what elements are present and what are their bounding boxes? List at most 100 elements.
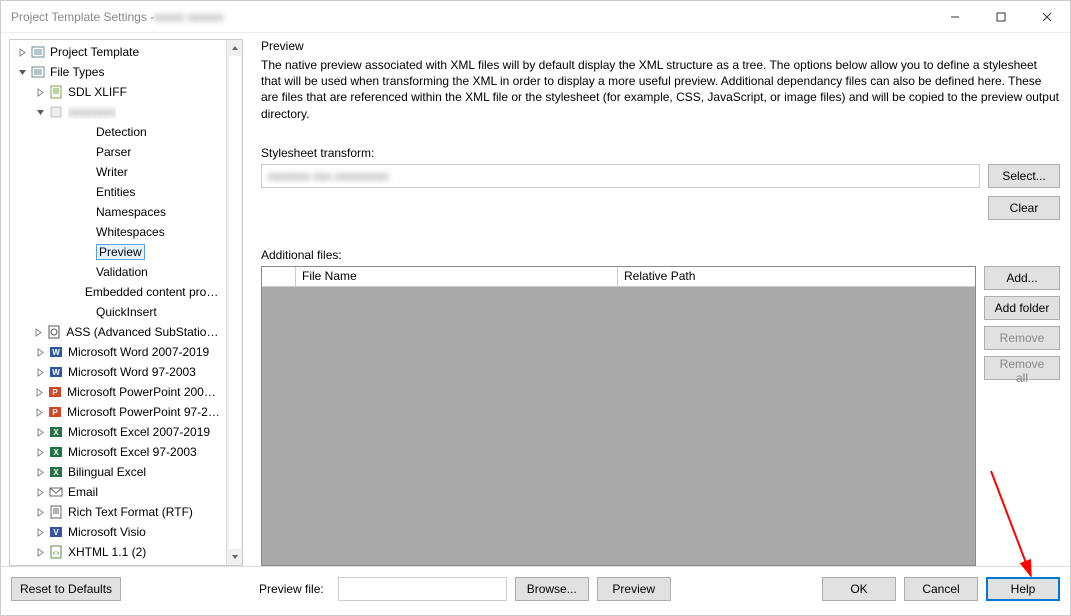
- svg-text:<>: <>: [52, 551, 60, 557]
- tree-item[interactable]: Preview: [10, 242, 226, 262]
- cancel-button[interactable]: Cancel: [904, 577, 978, 601]
- tree-item[interactable]: PMicrosoft PowerPoint 2007-20: [10, 382, 226, 402]
- expander-icon[interactable]: [34, 366, 46, 378]
- tree-item[interactable]: SDL XLIFF: [10, 82, 226, 102]
- tree-item[interactable]: W Microsoft Word 97-2003: [10, 362, 226, 382]
- email-icon: [48, 484, 64, 500]
- svg-text:P: P: [52, 408, 58, 417]
- expander-icon[interactable]: [34, 526, 46, 538]
- maximize-button[interactable]: [978, 1, 1024, 32]
- window-title: Project Template Settings -: [11, 10, 154, 24]
- svg-text:V: V: [53, 528, 59, 537]
- tree-item[interactable]: Detection: [10, 122, 226, 142]
- minimize-button[interactable]: [932, 1, 978, 32]
- tree-item-label: Microsoft Word 97-2003: [68, 365, 196, 379]
- expander-icon: [82, 306, 94, 318]
- tree-item-label: Microsoft PowerPoint 97-2003: [67, 405, 222, 419]
- reset-defaults-button[interactable]: Reset to Defaults: [11, 577, 121, 601]
- tree-item[interactable]: ASS (Advanced SubStation Alp: [10, 322, 226, 342]
- expander-icon[interactable]: [34, 506, 46, 518]
- expander-icon: [82, 186, 94, 198]
- expander-icon[interactable]: [33, 386, 45, 398]
- close-button[interactable]: [1024, 1, 1070, 32]
- tree-item[interactable]: Email: [10, 482, 226, 502]
- preview-file-input[interactable]: [338, 577, 507, 601]
- ok-button[interactable]: OK: [822, 577, 896, 601]
- tree-item-label: Rich Text Format (RTF): [68, 505, 193, 519]
- tree-scrollbar[interactable]: [226, 40, 242, 565]
- tree-item[interactable]: XMicrosoft Excel 97-2003: [10, 442, 226, 462]
- expander-icon: [71, 286, 83, 298]
- additional-files-grid[interactable]: File Name Relative Path: [261, 266, 976, 566]
- tree-item[interactable]: W Microsoft Word 2007-2019: [10, 342, 226, 362]
- tree-item-label: Project Template: [50, 45, 139, 59]
- expander-icon[interactable]: [34, 426, 46, 438]
- add-button[interactable]: Add...: [984, 266, 1060, 290]
- stylesheet-input[interactable]: [395, 165, 979, 187]
- tree-item[interactable]: X Microsoft Excel 2007-2019: [10, 422, 226, 442]
- select-button[interactable]: Select...: [988, 164, 1060, 188]
- svg-text:X: X: [53, 428, 59, 437]
- tree-item[interactable]: VMicrosoft Visio: [10, 522, 226, 542]
- grid-col-filename[interactable]: File Name: [296, 267, 618, 286]
- scroll-thumb[interactable]: [229, 56, 241, 549]
- expander-icon[interactable]: [32, 326, 44, 338]
- tree-item[interactable]: Rich Text Format (RTF): [10, 502, 226, 522]
- svg-text:P: P: [52, 388, 58, 397]
- expander-icon[interactable]: [34, 86, 46, 98]
- browse-button[interactable]: Browse...: [515, 577, 589, 601]
- expander-icon[interactable]: [34, 466, 46, 478]
- tree[interactable]: Project Template File Types SDL XLIFFxxxxx…: [10, 40, 226, 565]
- grid-body: [262, 287, 975, 565]
- scroll-up-icon[interactable]: [227, 40, 242, 56]
- tree-item[interactable]: File Types: [10, 62, 226, 82]
- tree-item[interactable]: Entities: [10, 182, 226, 202]
- tree-item-label: Preview: [96, 244, 145, 260]
- tree-item[interactable]: Whitespaces: [10, 222, 226, 242]
- excel-icon: X: [48, 424, 64, 440]
- tree-item-label: Microsoft Excel 97-2003: [68, 445, 197, 459]
- tree-item[interactable]: P Microsoft PowerPoint 97-2003: [10, 402, 226, 422]
- tree-item[interactable]: Namespaces: [10, 202, 226, 222]
- expander-icon: [82, 126, 94, 138]
- tree-item[interactable]: Validation: [10, 262, 226, 282]
- tree-item[interactable]: xxxxxxxx: [10, 102, 226, 122]
- tree-item[interactable]: Embedded content processing: [10, 282, 226, 302]
- expander-icon[interactable]: [34, 106, 46, 118]
- ppt-icon: P: [47, 384, 63, 400]
- xhtml-icon: <>: [48, 544, 64, 560]
- tree-item[interactable]: QuickInsert: [10, 302, 226, 322]
- tree-item-label: QuickInsert: [96, 305, 157, 319]
- expander-icon[interactable]: [34, 346, 46, 358]
- html5-icon: [48, 564, 64, 565]
- tree-item-label: Microsoft Excel 2007-2019: [68, 425, 210, 439]
- tree-item[interactable]: Writer: [10, 162, 226, 182]
- tree-item[interactable]: Project Template: [10, 42, 226, 62]
- grid-row-header: [262, 267, 296, 286]
- visio-icon: V: [48, 524, 64, 540]
- rtf-icon: [48, 504, 64, 520]
- svg-text:W: W: [52, 348, 60, 357]
- svg-text:W: W: [52, 368, 60, 377]
- expander-icon[interactable]: [34, 446, 46, 458]
- tree-item[interactable]: HTML 5: [10, 562, 226, 565]
- template-icon: [30, 64, 46, 80]
- scroll-down-icon[interactable]: [227, 549, 242, 565]
- tree-item-label: ASS (Advanced SubStation Alp: [66, 325, 222, 339]
- ass-icon: [46, 324, 62, 340]
- clear-button[interactable]: Clear: [988, 196, 1060, 220]
- expander-icon[interactable]: [16, 66, 28, 78]
- tree-item[interactable]: <>XHTML 1.1 (2): [10, 542, 226, 562]
- expander-icon[interactable]: [16, 46, 28, 58]
- help-button[interactable]: Help: [986, 577, 1060, 601]
- expander-icon[interactable]: [33, 406, 45, 418]
- grid-col-relpath[interactable]: Relative Path: [618, 267, 975, 286]
- expander-icon[interactable]: [34, 546, 46, 558]
- tree-item[interactable]: Parser: [10, 142, 226, 162]
- add-folder-button[interactable]: Add folder: [984, 296, 1060, 320]
- tree-item[interactable]: XBilingual Excel: [10, 462, 226, 482]
- tree-item-label: File Types: [50, 65, 104, 79]
- tree-item-label: Microsoft Word 2007-2019: [68, 345, 209, 359]
- preview-button[interactable]: Preview: [597, 577, 671, 601]
- expander-icon[interactable]: [34, 486, 46, 498]
